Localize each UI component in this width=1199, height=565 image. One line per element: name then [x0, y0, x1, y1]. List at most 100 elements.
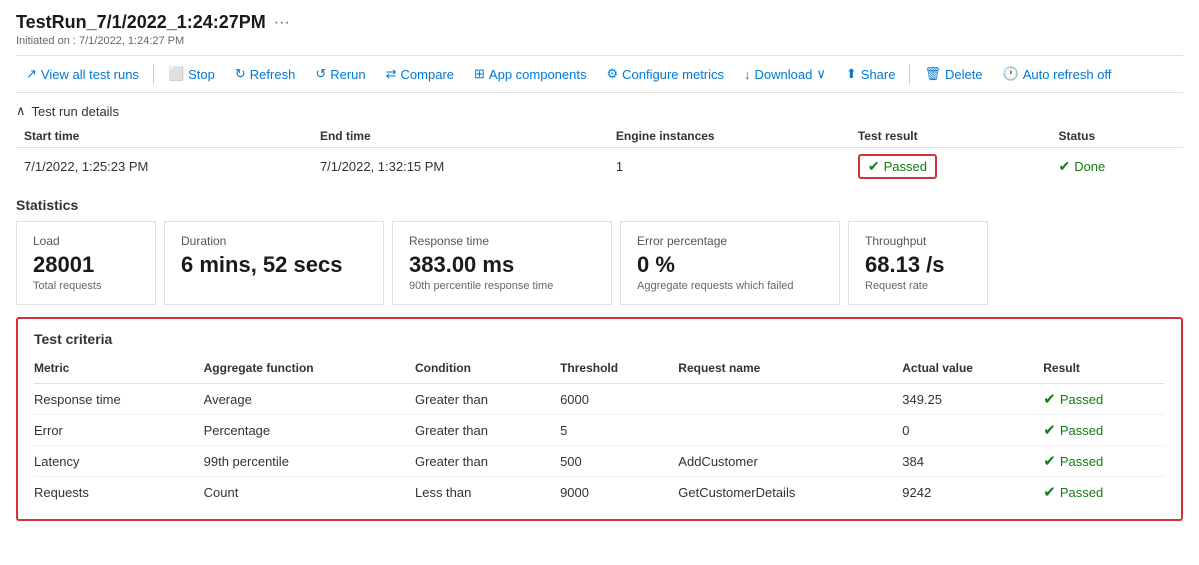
view-all-icon: ↗ — [26, 66, 37, 82]
stat-load-label: Load — [33, 234, 139, 248]
collapse-icon: ∧ — [16, 103, 26, 119]
result-passed-badge: ✔ Passed — [1043, 483, 1103, 501]
title-menu-button[interactable]: ··· — [274, 14, 290, 32]
stat-throughput-value: 68.13 /s — [865, 252, 971, 278]
criteria-row: Latency 99th percentile Greater than 500… — [34, 446, 1165, 477]
criteria-metric: Requests — [34, 477, 204, 508]
col-result: Result — [1043, 357, 1165, 384]
passed-check-icon: ✔ — [868, 158, 880, 175]
col-metric: Metric — [34, 357, 204, 384]
criteria-result: ✔ Passed — [1043, 384, 1165, 415]
criteria-condition: Less than — [415, 477, 560, 508]
page-title: TestRun_7/1/2022_1:24:27PM — [16, 12, 266, 33]
stat-error-label: Error percentage — [637, 234, 823, 248]
delete-icon: 🗑 — [924, 66, 941, 82]
criteria-metric: Error — [34, 415, 204, 446]
test-criteria-title: Test criteria — [34, 331, 1165, 347]
test-run-details-header[interactable]: ∧ Test run details — [16, 93, 1183, 125]
result-check-icon: ✔ — [1043, 452, 1056, 470]
stat-error-value: 0 % — [637, 252, 823, 278]
result-passed-badge: ✔ Passed — [1043, 452, 1103, 470]
criteria-aggregate: Percentage — [204, 415, 415, 446]
result-label: Passed — [1060, 454, 1103, 469]
start-time-value: 7/1/2022, 1:25:23 PM — [16, 148, 312, 186]
stat-load-value: 28001 — [33, 252, 139, 278]
criteria-threshold: 5 — [560, 415, 678, 446]
separator-1 — [153, 64, 154, 84]
end-time-value: 7/1/2022, 1:32:15 PM — [312, 148, 608, 186]
col-condition: Condition — [415, 357, 560, 384]
col-test-result: Test result — [850, 125, 1051, 148]
criteria-request-name: AddCustomer — [678, 446, 902, 477]
subtitle: Initiated on : 7/1/2022, 1:24:27 PM — [16, 35, 1183, 47]
configure-metrics-button[interactable]: ⚙ Configure metrics — [597, 62, 735, 86]
stat-throughput-label: Throughput — [865, 234, 971, 248]
result-label: Passed — [1060, 392, 1103, 407]
stat-load-sublabel: Total requests — [33, 280, 139, 292]
criteria-aggregate: Count — [204, 477, 415, 508]
share-icon: ⬆ — [846, 66, 857, 82]
compare-icon: ⇄ — [386, 66, 397, 82]
download-chevron-icon: ∨ — [816, 66, 826, 82]
statistics-label: Statistics — [16, 197, 1183, 213]
criteria-result: ✔ Passed — [1043, 477, 1165, 508]
view-all-button[interactable]: ↗ View all test runs — [16, 62, 149, 86]
col-start-time: Start time — [16, 125, 312, 148]
details-table: Start time End time Engine instances Tes… — [16, 125, 1183, 185]
result-label: Passed — [1060, 485, 1103, 500]
col-request-name: Request name — [678, 357, 902, 384]
col-aggregate: Aggregate function — [204, 357, 415, 384]
criteria-condition: Greater than — [415, 446, 560, 477]
result-label: Passed — [1060, 423, 1103, 438]
col-end-time: End time — [312, 125, 608, 148]
passed-badge: ✔ Passed — [858, 154, 937, 179]
compare-button[interactable]: ⇄ Compare — [376, 62, 464, 86]
stat-error-sublabel: Aggregate requests which failed — [637, 280, 823, 292]
stat-response-value: 383.00 ms — [409, 252, 595, 278]
criteria-row: Response time Average Greater than 6000 … — [34, 384, 1165, 415]
title-row: TestRun_7/1/2022_1:24:27PM ··· — [16, 12, 1183, 33]
refresh-button[interactable]: ↻ Refresh — [225, 62, 305, 86]
auto-refresh-button[interactable]: 🕐 Auto refresh off — [993, 62, 1122, 86]
separator-2 — [909, 64, 910, 84]
stat-duration-label: Duration — [181, 234, 367, 248]
rerun-button[interactable]: ↺ Rerun — [305, 62, 375, 86]
col-status: Status — [1050, 125, 1183, 148]
criteria-threshold: 9000 — [560, 477, 678, 508]
configure-metrics-icon: ⚙ — [607, 66, 619, 82]
criteria-result: ✔ Passed — [1043, 415, 1165, 446]
criteria-metric: Response time — [34, 384, 204, 415]
done-check-icon: ✔ — [1058, 158, 1070, 175]
criteria-aggregate: Average — [204, 384, 415, 415]
status-value: ✔ Done — [1050, 148, 1183, 186]
stat-duration-sublabel — [181, 280, 367, 292]
criteria-aggregate: 99th percentile — [204, 446, 415, 477]
result-check-icon: ✔ — [1043, 390, 1056, 408]
share-button[interactable]: ⬆ Share — [836, 62, 906, 86]
result-check-icon: ✔ — [1043, 421, 1056, 439]
rerun-icon: ↺ — [315, 66, 326, 82]
criteria-request-name — [678, 415, 902, 446]
stat-card-throughput: Throughput 68.13 /s Request rate — [848, 221, 988, 305]
criteria-request-name: GetCustomerDetails — [678, 477, 902, 508]
col-threshold: Threshold — [560, 357, 678, 384]
app-components-button[interactable]: ⊞ App components — [464, 62, 596, 86]
col-actual-value: Actual value — [902, 357, 1043, 384]
app-components-icon: ⊞ — [474, 66, 485, 82]
page-container: TestRun_7/1/2022_1:24:27PM ··· Initiated… — [0, 0, 1199, 565]
criteria-row: Error Percentage Greater than 5 0 ✔ Pass… — [34, 415, 1165, 446]
engine-instances-value: 1 — [608, 148, 850, 186]
stat-card-response-time: Response time 383.00 ms 90th percentile … — [392, 221, 612, 305]
stat-card-error: Error percentage 0 % Aggregate requests … — [620, 221, 840, 305]
delete-button[interactable]: 🗑 Delete — [914, 62, 992, 86]
download-button[interactable]: ↓ Download ∨ — [734, 62, 836, 86]
stop-button[interactable]: ⬜ Stop — [158, 62, 225, 86]
test-result-value: ✔ Passed — [850, 148, 1051, 186]
stat-response-label: Response time — [409, 234, 595, 248]
stop-icon: ⬜ — [168, 66, 184, 82]
stat-response-sublabel: 90th percentile response time — [409, 280, 595, 292]
criteria-actual-value: 349.25 — [902, 384, 1043, 415]
status-done: ✔ Done — [1058, 158, 1105, 175]
criteria-actual-value: 384 — [902, 446, 1043, 477]
criteria-result: ✔ Passed — [1043, 446, 1165, 477]
